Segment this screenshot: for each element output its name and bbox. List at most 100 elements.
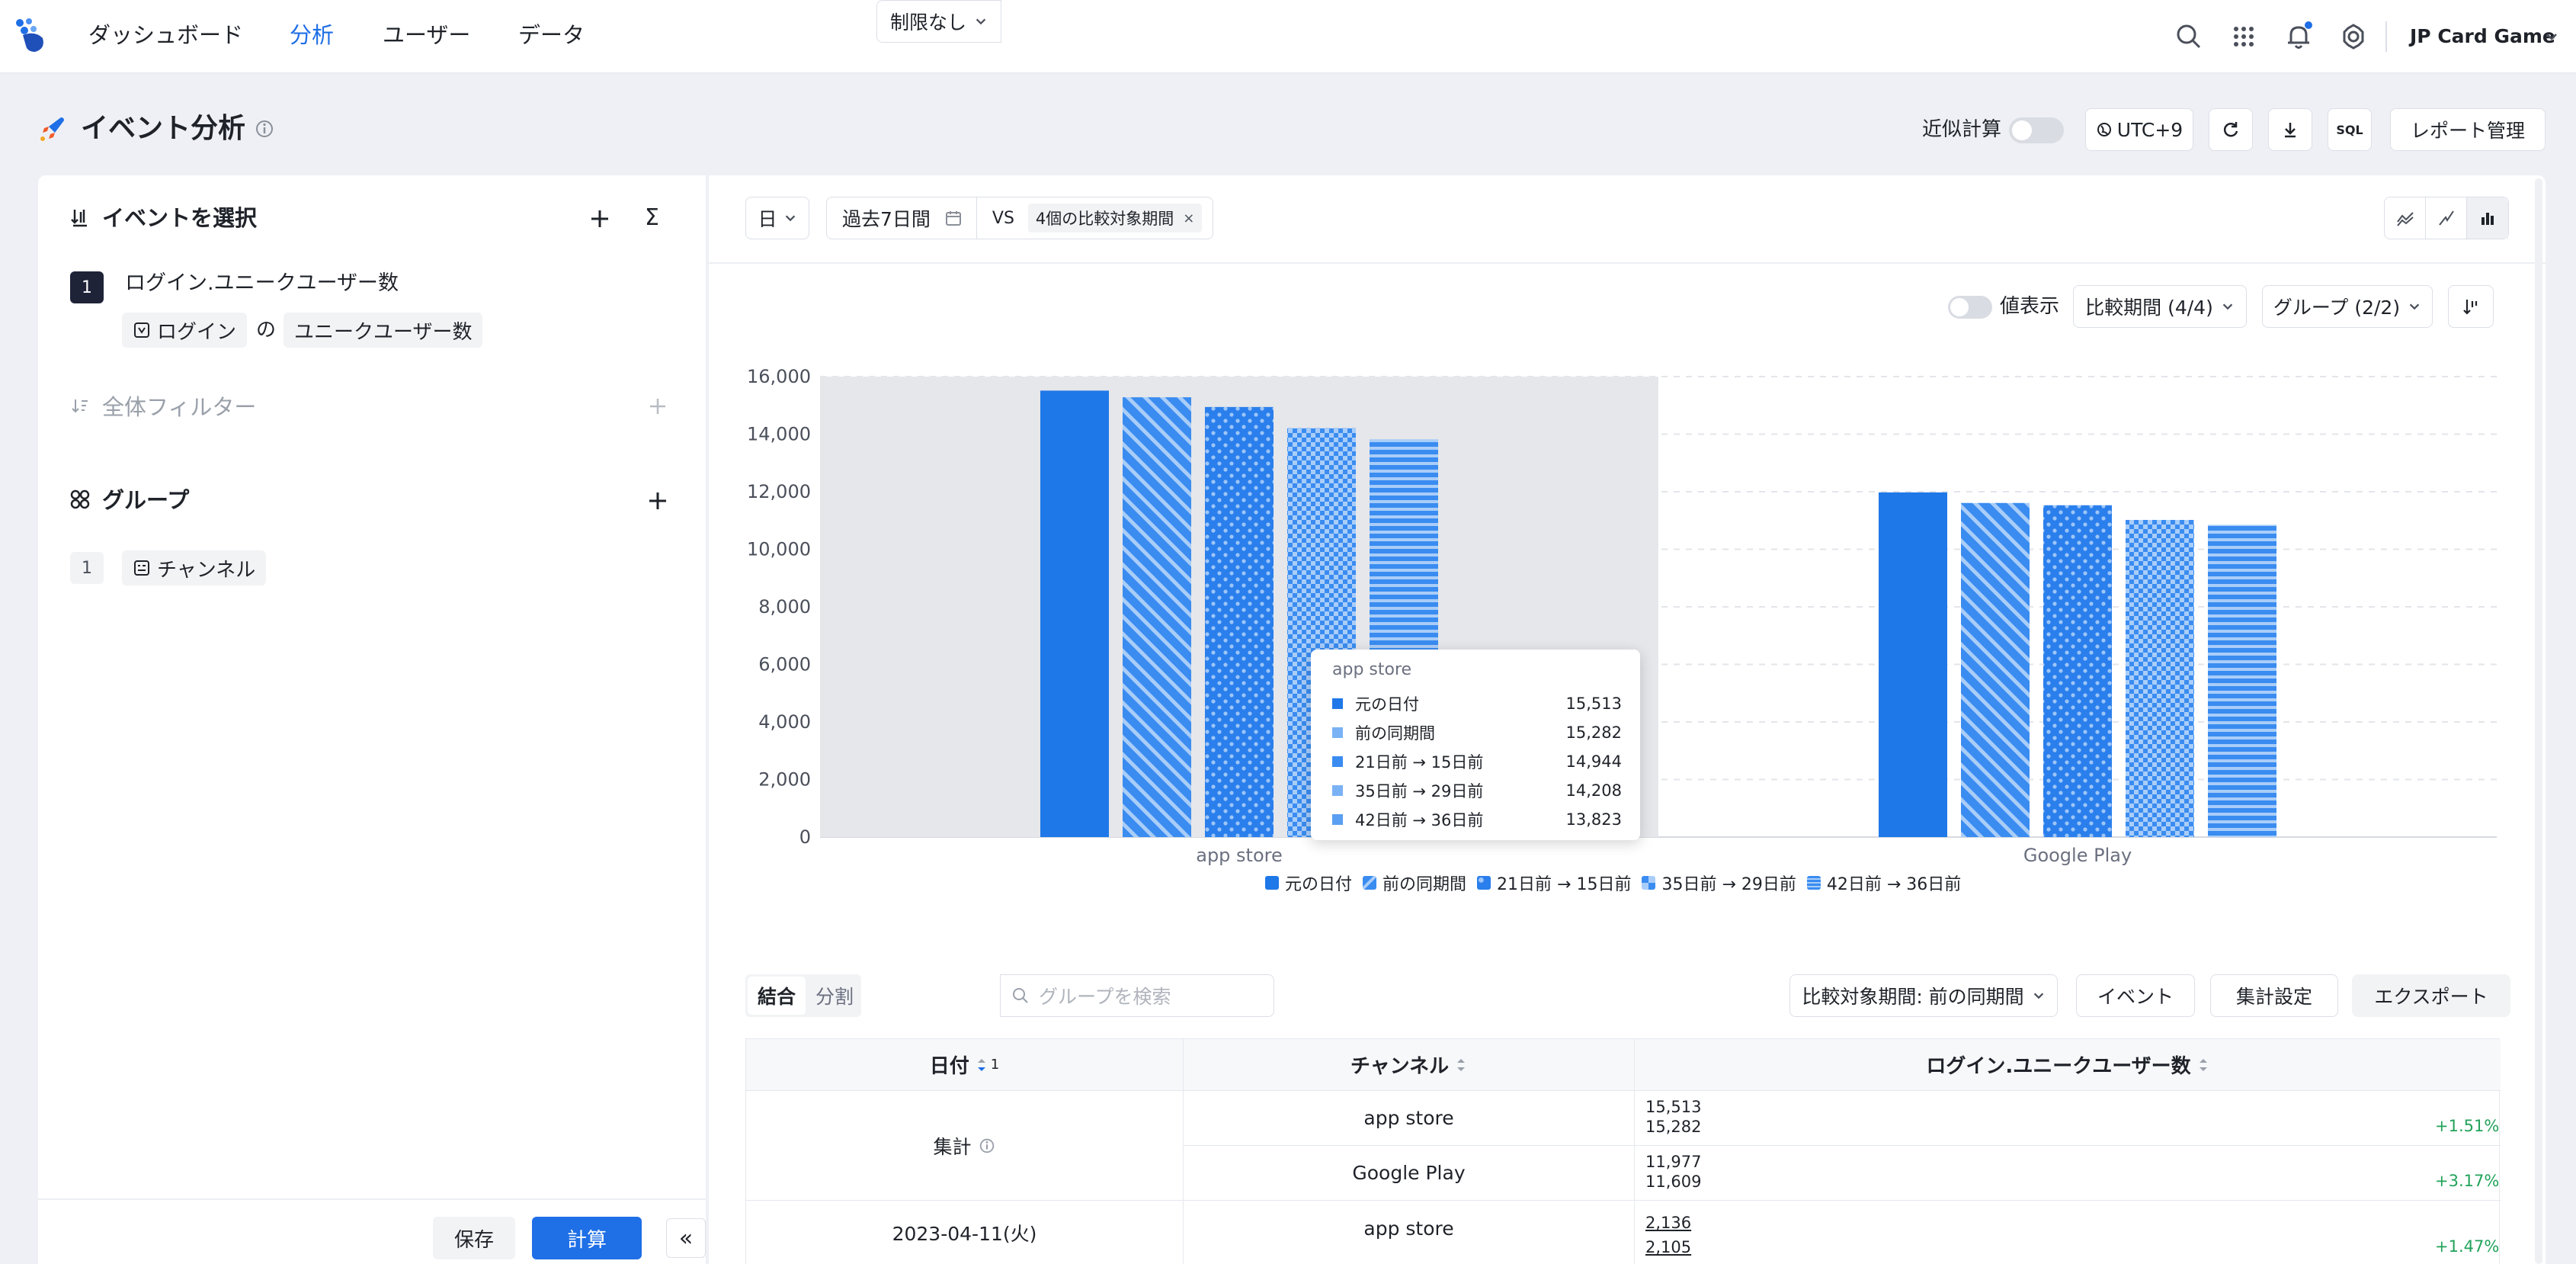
- group-pill-channel[interactable]: チャンネル: [122, 550, 267, 585]
- legend-swatch: [1806, 876, 1821, 890]
- value-current: 15,513: [1645, 1098, 1702, 1116]
- compare-tag-label: 4個の比較対象期間: [1035, 210, 1174, 228]
- column-header-metric[interactable]: ログイン.ユニークユーザー数: [1635, 1039, 2501, 1091]
- legend-item[interactable]: 元の日付: [1265, 871, 1352, 895]
- rocket-icon: [38, 113, 69, 143]
- add-group-icon[interactable]: [645, 488, 671, 514]
- event-pill[interactable]: ログイン: [122, 313, 248, 348]
- org-name[interactable]: JP Card Game: [2410, 21, 2555, 52]
- value-display-toggle[interactable]: [1948, 296, 1992, 319]
- split-tab[interactable]: 分割: [808, 974, 861, 1017]
- x-tick-label: Google Play: [2023, 845, 2132, 866]
- legend-item[interactable]: 42日前 → 36日前: [1806, 871, 1961, 895]
- column-header-channel[interactable]: チャンネル: [1184, 1039, 1635, 1091]
- chevron-down-icon: [2222, 303, 2233, 310]
- approx-calc-toggle[interactable]: [2009, 117, 2064, 143]
- report-manage-button[interactable]: レポート管理: [2390, 108, 2546, 151]
- merge-tab[interactable]: 結合: [748, 977, 806, 1015]
- export-button[interactable]: エクスポート: [2352, 974, 2510, 1017]
- limit-select[interactable]: 制限なし: [876, 0, 1001, 43]
- value-previous-link[interactable]: 2,105: [1645, 1237, 1691, 1257]
- sigma-formula-button[interactable]: Σ: [645, 203, 659, 233]
- add-event-icon[interactable]: [587, 206, 613, 232]
- value-previous: 11,609: [1645, 1173, 1702, 1191]
- save-button[interactable]: 保存: [433, 1217, 515, 1259]
- download-button[interactable]: [2268, 108, 2312, 151]
- group-select[interactable]: グループ (2/2): [2262, 285, 2433, 328]
- nav-analysis[interactable]: 分析: [290, 20, 334, 50]
- legend-swatch: [1642, 876, 1656, 890]
- line-chart-icon[interactable]: [2385, 197, 2426, 239]
- search-icon[interactable]: [2174, 21, 2204, 52]
- compare-tag-close-icon[interactable]: ×: [1183, 210, 1194, 226]
- group-select-label: グループ (2/2): [2273, 297, 2401, 319]
- granularity-select[interactable]: 日: [745, 197, 809, 239]
- timezone-button[interactable]: UTC+9: [2085, 108, 2193, 151]
- compute-button[interactable]: 計算: [532, 1217, 642, 1259]
- bar: [1961, 502, 2030, 837]
- compare-period-select[interactable]: 比較期間 (4/4): [2073, 285, 2247, 328]
- chevron-down-icon[interactable]: [2544, 29, 2559, 44]
- add-filter-icon[interactable]: [646, 395, 669, 418]
- event-metric-name[interactable]: ログイン.ユニークユーザー数: [125, 268, 399, 299]
- table-compare-period-select[interactable]: 比較対象期間: 前の同期間: [1789, 974, 2058, 1017]
- group-search-input[interactable]: グループを検索: [1000, 974, 1274, 1017]
- chart-legend: 元の日付 前の同期間 21日前 → 15日前 35日前 → 29日前 42日前 …: [1265, 869, 1972, 897]
- legend-item[interactable]: 35日前 → 29日前: [1642, 871, 1796, 895]
- app-logo-icon[interactable]: [12, 15, 50, 55]
- info-icon[interactable]: [978, 1137, 996, 1155]
- table-cell-channel: app store: [1184, 1091, 1635, 1146]
- y-tick-label: 12,000: [747, 481, 811, 502]
- chart-type-switch: [2384, 197, 2509, 239]
- table-cell-value: [1635, 1201, 2501, 1264]
- legend-item[interactable]: 21日前 → 15日前: [1477, 871, 1631, 895]
- sort-button[interactable]: [2448, 285, 2494, 328]
- metric-header-label: ログイン.ユニークユーザー数: [1926, 1055, 2191, 1078]
- legend-swatch: [1363, 876, 1377, 890]
- value-current-link[interactable]: 2,136: [1645, 1213, 1691, 1233]
- info-icon[interactable]: [255, 119, 274, 139]
- nav-data[interactable]: データ: [518, 20, 585, 50]
- global-filter-title: 全体フィルター: [102, 394, 257, 420]
- bar-chart-icon[interactable]: [2467, 197, 2508, 239]
- tooltip-row: 前の同期間 15,282: [1332, 720, 1622, 746]
- collapse-panel-button[interactable]: «: [666, 1218, 706, 1258]
- bell-icon[interactable]: [2283, 21, 2314, 52]
- sql-button[interactable]: SQL: [2328, 108, 2372, 151]
- tooltip-row-value: 13,823: [1565, 810, 1622, 829]
- aggregate-settings-button[interactable]: 集計設定: [2210, 974, 2338, 1017]
- compare-period-tag[interactable]: 4個の比較対象期間 ×: [1027, 204, 1203, 233]
- page-title: イベント分析: [81, 113, 246, 144]
- nav-users[interactable]: ユーザー: [383, 20, 470, 50]
- tooltip-row-label: 42日前 → 36日前: [1355, 811, 1484, 829]
- legend-swatch: [1265, 876, 1279, 890]
- date-range-label: 過去7日間: [842, 208, 931, 230]
- tooltip-row: 42日前 → 36日前 13,823: [1332, 807, 1622, 833]
- vertical-scrollbar[interactable]: [2535, 178, 2542, 1264]
- limit-select-label: 制限なし: [889, 11, 966, 34]
- trend-chart-icon[interactable]: [2426, 197, 2467, 239]
- nav-dashboard[interactable]: ダッシュボード: [88, 20, 243, 50]
- y-tick-label: 2,000: [758, 769, 811, 791]
- column-header-date[interactable]: 日付 1: [746, 1039, 1184, 1091]
- event-button[interactable]: イベント: [2076, 974, 2195, 1017]
- chevron-down-icon: [976, 18, 986, 25]
- change-percent: +1.51%: [2435, 1117, 2500, 1135]
- results-table: 日付 1 チャンネル ログイン.ユニークユーザー数 集計 app store 1…: [745, 1038, 2501, 1264]
- y-tick-label: 4,000: [758, 711, 811, 733]
- gear-icon[interactable]: [2338, 21, 2369, 52]
- left-footer-divider: [38, 1198, 706, 1200]
- chevron-down-icon: [2033, 993, 2043, 999]
- value-current: 11,977: [1645, 1153, 1702, 1171]
- date-range-picker[interactable]: 過去7日間 VS 4個の比較対象期間 ×: [826, 197, 1213, 239]
- group-search-placeholder: グループを検索: [1039, 986, 1171, 1008]
- legend-item[interactable]: 前の同期間: [1363, 871, 1466, 895]
- apps-grid-icon[interactable]: [2228, 21, 2259, 52]
- metric-pill[interactable]: ユニークユーザー数: [284, 313, 483, 348]
- nav-divider: [2385, 21, 2387, 52]
- sort-icon: [1457, 1058, 1466, 1071]
- tooltip-swatch: [1332, 814, 1343, 825]
- refresh-button[interactable]: [2209, 108, 2253, 151]
- merge-split-switch: 結合 分割: [745, 974, 861, 1017]
- bar: [2126, 519, 2194, 837]
